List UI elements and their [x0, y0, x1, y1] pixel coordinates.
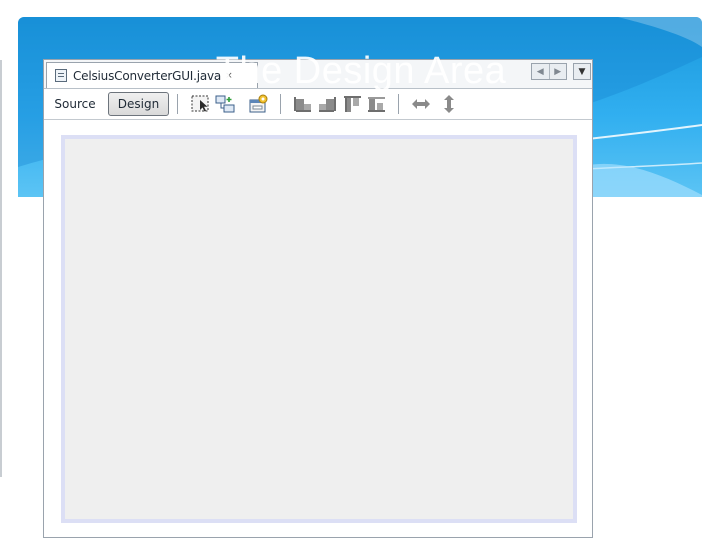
- align-bottom-icon[interactable]: [366, 94, 388, 114]
- close-tab-icon[interactable]: ×: [225, 71, 233, 81]
- editor-tab-label: CelsiusConverterGUI.java: [73, 68, 222, 83]
- toolbar-separator: [280, 94, 281, 114]
- source-view-button[interactable]: Source: [48, 92, 102, 116]
- align-right-icon[interactable]: [317, 94, 339, 114]
- selection-mode-icon[interactable]: [190, 94, 212, 114]
- slide-left-rule: [0, 60, 2, 477]
- tab-menu-dropdown-icon[interactable]: ▼: [573, 63, 591, 80]
- toolbar-separator: [177, 94, 178, 114]
- align-top-icon[interactable]: [342, 94, 364, 114]
- vertical-resize-icon[interactable]: [438, 94, 460, 114]
- editor-tab-strip: CelsiusConverterGUI.java × ◀ ▶ ▼: [44, 60, 592, 89]
- design-toolbar: Source Design: [44, 89, 592, 120]
- ide-editor-window: CelsiusConverterGUI.java × ◀ ▶ ▼ Source …: [43, 59, 593, 538]
- design-area-canvas[interactable]: [61, 135, 577, 523]
- toolbar-separator: [398, 94, 399, 114]
- java-file-icon: [55, 69, 67, 82]
- design-view-button[interactable]: Design: [108, 92, 169, 116]
- connection-mode-icon[interactable]: [214, 94, 236, 114]
- horizontal-resize-icon[interactable]: [410, 94, 432, 114]
- align-left-icon[interactable]: [292, 94, 314, 114]
- scroll-right-icon[interactable]: ▶: [550, 64, 567, 79]
- editor-tab-celsius-converter[interactable]: CelsiusConverterGUI.java ×: [46, 62, 258, 88]
- preview-design-icon[interactable]: [248, 94, 270, 114]
- scroll-left-icon[interactable]: ◀: [532, 64, 550, 79]
- tab-scroll-arrows: ◀ ▶: [531, 63, 567, 80]
